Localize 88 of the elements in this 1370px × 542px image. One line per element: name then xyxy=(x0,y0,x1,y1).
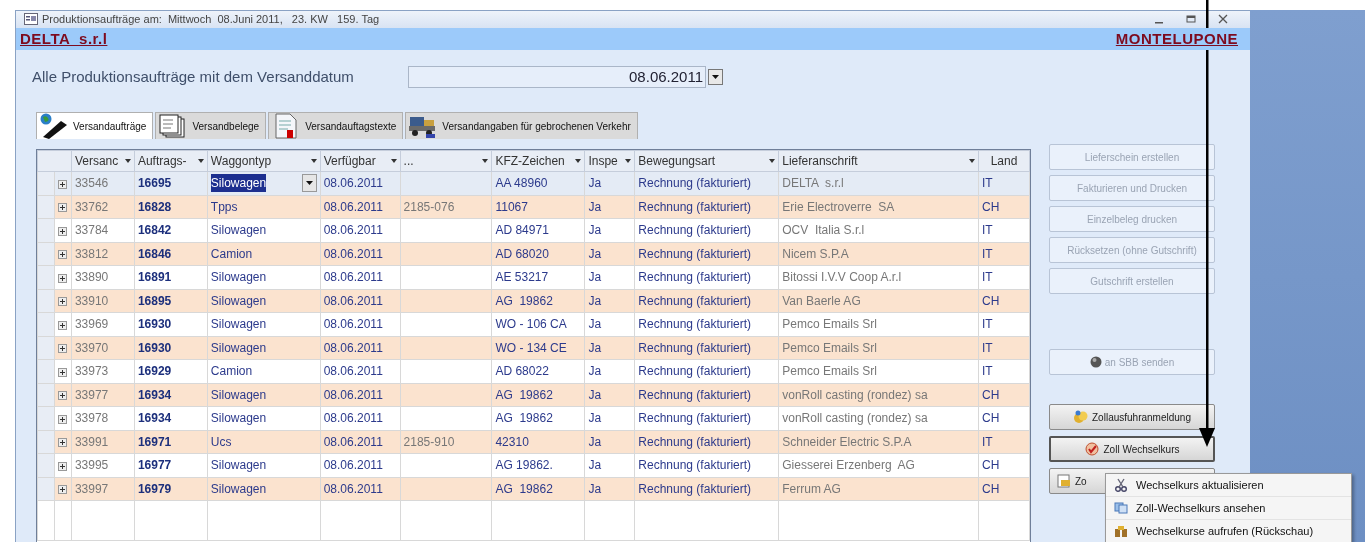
table-cell: Ucs xyxy=(207,430,321,454)
location-name: MONTELUPONE xyxy=(1115,27,1238,50)
table-cell: AE 53217 xyxy=(491,265,585,289)
table-cell: 33910 xyxy=(71,289,135,313)
table-cell: Silowagen xyxy=(207,289,321,313)
table-cell: Silowagen xyxy=(207,383,321,407)
table-cell: 16977 xyxy=(134,453,208,477)
table-cell: 33546 xyxy=(71,171,135,195)
table-cell: 08.06.2011 xyxy=(320,312,401,336)
table-cell: Erie Electroverre SA xyxy=(778,195,979,219)
window-title: Produktionsaufträge am: Mittwoch 08.Juni 2011, 23. KW 159. Tag xyxy=(42,12,380,27)
table-cell: Camion xyxy=(207,242,321,266)
table-cell: 16891 xyxy=(134,265,208,289)
table-cell: Rechnung (fakturiert) xyxy=(634,195,779,219)
table-cell: Ferrum AG xyxy=(778,477,979,501)
table-cell: 33997 xyxy=(71,477,135,501)
table-cell: 16929 xyxy=(134,359,208,383)
table-cell: 08.06.2011 xyxy=(320,406,401,430)
table-cell: 33890 xyxy=(71,265,135,289)
table-cell: CH xyxy=(978,406,1030,430)
table-cell: vonRoll casting (rondez) sa xyxy=(778,406,979,430)
table-cell: vonRoll casting (rondez) sa xyxy=(778,383,979,407)
table-cell: Rechnung (fakturiert) xyxy=(634,359,779,383)
table-cell: 33978 xyxy=(71,406,135,430)
table-cell: Tpps xyxy=(207,195,321,219)
table-cell: IT xyxy=(978,359,1030,383)
table-cell: WO - 106 CA xyxy=(491,312,585,336)
table-cell: IT xyxy=(978,265,1030,289)
table-cell: 16842 xyxy=(134,218,208,242)
table-cell: Rechnung (fakturiert) xyxy=(634,430,779,454)
table-cell: Rechnung (fakturiert) xyxy=(634,312,779,336)
filter-label: Alle Produktionsaufträge mit dem Versanddatum xyxy=(32,66,355,87)
table-cell: Silowagen xyxy=(207,477,321,501)
table-cell: 33784 xyxy=(71,218,135,242)
table-cell: Silowagen xyxy=(207,406,321,430)
table-cell: Bitossi I.V.V Coop A.r.l xyxy=(778,265,979,289)
table-cell: Rechnung (fakturiert) xyxy=(634,265,779,289)
table-cell: Van Baerle AG xyxy=(778,289,979,313)
table-cell: CH xyxy=(978,453,1030,477)
table-cell: Silowagen xyxy=(207,218,321,242)
table-cell: 33970 xyxy=(71,336,135,360)
table-cell: 33991 xyxy=(71,430,135,454)
table-cell: Silowagen xyxy=(207,312,321,336)
table-cell: 08.06.2011 xyxy=(320,218,401,242)
table-cell: Schneider Electric S.P.A xyxy=(778,430,979,454)
table-cell: Ja xyxy=(584,218,635,242)
table-cell: 33973 xyxy=(71,359,135,383)
table-cell: Giesserei Erzenberg AG xyxy=(778,453,979,477)
table-cell: 08.06.2011 xyxy=(320,359,401,383)
table-cell: AD 68022 xyxy=(491,359,585,383)
table-cell: IT xyxy=(978,312,1030,336)
table-cell: Pemco Emails Srl xyxy=(778,359,979,383)
table-cell: 33812 xyxy=(71,242,135,266)
table-cell: Ja xyxy=(584,359,635,383)
table-cell: 33977 xyxy=(71,383,135,407)
table-cell: Ja xyxy=(584,312,635,336)
table-cell: Ja xyxy=(584,265,635,289)
table-cell: IT xyxy=(978,218,1030,242)
table-cell: Rechnung (fakturiert) xyxy=(634,453,779,477)
table-cell: 08.06.2011 xyxy=(320,453,401,477)
table-cell: Pemco Emails Srl xyxy=(778,336,979,360)
table-cell: Rechnung (fakturiert) xyxy=(634,383,779,407)
table-cell: 33762 xyxy=(71,195,135,219)
table-cell: Rechnung (fakturiert) xyxy=(634,289,779,313)
table-cell: Silowagen xyxy=(207,265,321,289)
table-cell: Nicem S.P.A xyxy=(778,242,979,266)
table-cell: Rechnung (fakturiert) xyxy=(634,218,779,242)
table-cell: Rechnung (fakturiert) xyxy=(634,336,779,360)
table-cell: OCV Italia S.r.l xyxy=(778,218,979,242)
table-cell: AG 19862. xyxy=(491,453,585,477)
table-cell: DELTA s.r.l xyxy=(778,171,979,195)
table-cell: 16934 xyxy=(134,406,208,430)
table-cell: Rechnung (fakturiert) xyxy=(634,477,779,501)
table-cell: Rechnung (fakturiert) xyxy=(634,242,779,266)
table-cell: Pemco Emails Srl xyxy=(778,312,979,336)
table-cell: Rechnung (fakturiert) xyxy=(634,406,779,430)
table-cell: Rechnung (fakturiert) xyxy=(634,171,779,195)
table-cell: 33995 xyxy=(71,453,135,477)
table-cell: Silowagen xyxy=(207,336,321,360)
table-cell: Silowagen xyxy=(207,453,321,477)
table-cell: Ja xyxy=(584,406,635,430)
table-cell: AD 84971 xyxy=(491,218,585,242)
table-cell: AG 19862 xyxy=(491,406,585,430)
table-cell: 33969 xyxy=(71,312,135,336)
table-cell: 08.06.2011 xyxy=(320,265,401,289)
table-cell: 16930 xyxy=(134,312,208,336)
table-cell: Camion xyxy=(207,359,321,383)
table-cell: Ja xyxy=(584,453,635,477)
